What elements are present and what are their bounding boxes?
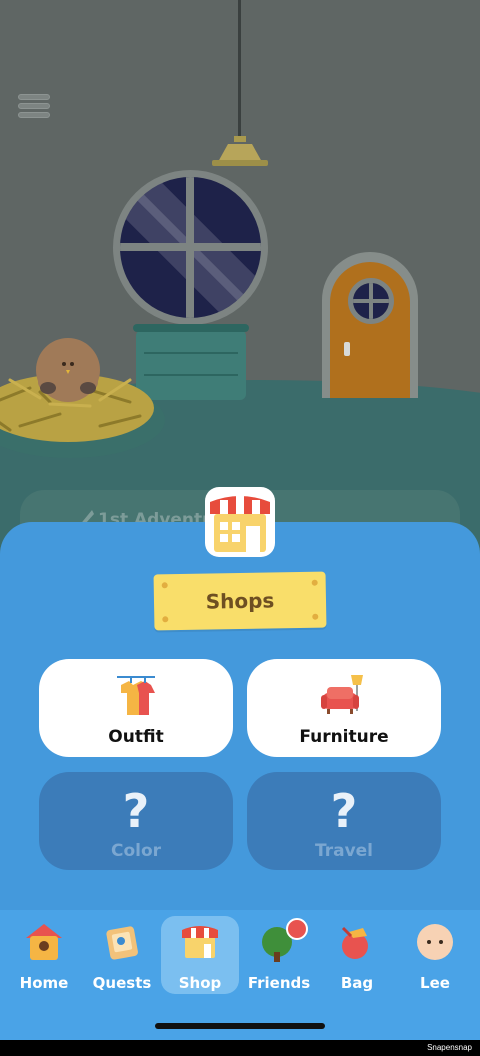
home-indicator[interactable] [155,1023,325,1029]
tab-quests[interactable]: Quests [83,916,161,994]
menu-button[interactable] [16,92,52,120]
tab-profile-label: Lee [420,974,450,992]
tab-shop-label: Shop [178,974,222,992]
door [322,252,418,398]
nest-with-pet[interactable] [0,330,170,460]
outfit-label: Outfit [108,727,164,747]
furniture-shop-button[interactable]: Furniture [247,659,441,757]
shops-sign: Shops [153,571,327,631]
quest-scroll-icon [106,926,138,960]
door-knob [344,342,350,356]
notification-badge [286,918,308,940]
tab-home[interactable]: Home [5,916,83,994]
tab-profile[interactable]: Lee [396,916,474,994]
footer-bar: Snapensnap [0,1040,480,1056]
shop-icon [205,487,275,557]
travel-label: Travel [314,841,374,861]
menu-icon [18,94,50,100]
door-window [348,278,394,324]
furniture-icon [321,675,363,714]
tab-shop[interactable]: Shop [161,916,239,994]
bottom-tab-bar: Home Quests Shop Friends Bag Lee [0,910,480,1040]
tab-friends-label: Friends [247,974,311,992]
shop-icon [182,926,218,958]
outfit-icon [117,676,155,715]
furniture-label: Furniture [299,727,389,747]
watermark-text: Snapensnap [427,1043,472,1052]
round-window [113,170,268,325]
outfit-shop-button[interactable]: Outfit [39,659,233,757]
color-shop-button[interactable]: ? Color [39,772,233,870]
question-mark-icon: ? [330,784,358,838]
bag-icon [341,926,368,959]
birdhouse-icon [26,924,62,960]
lamp-cord [238,0,241,140]
tab-quests-label: Quests [92,974,152,992]
color-label: Color [110,841,162,861]
shops-title: Shops [205,588,275,614]
avatar-icon [417,924,453,960]
travel-shop-button[interactable]: ? Travel [247,772,441,870]
question-mark-icon: ? [122,784,150,838]
tab-bag-label: Bag [340,974,374,992]
tab-home-label: Home [19,974,69,992]
tab-friends[interactable]: Friends [240,916,318,994]
ceiling-lamp [212,136,268,166]
tab-bag[interactable]: Bag [318,916,396,994]
